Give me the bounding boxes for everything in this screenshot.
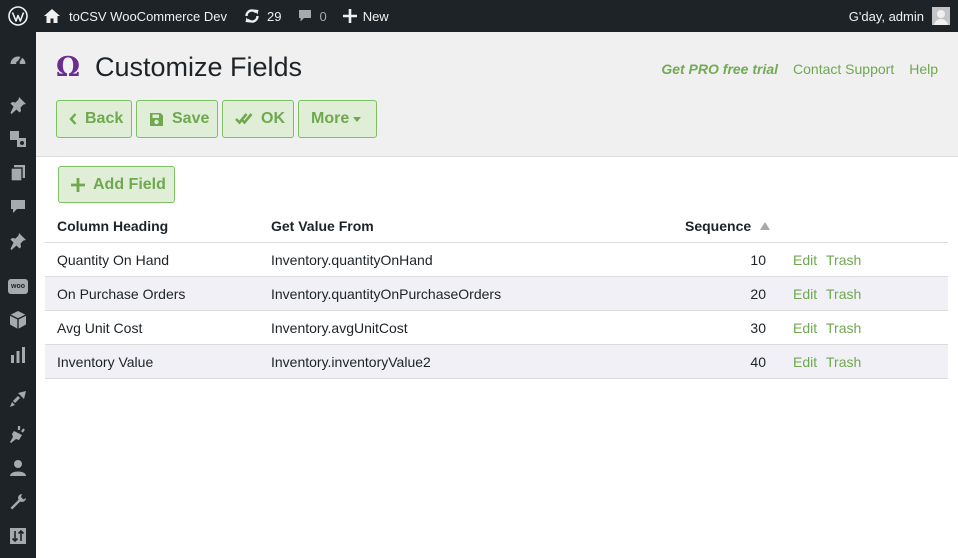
more-label: More bbox=[311, 110, 350, 127]
plugin-icon[interactable] bbox=[8, 424, 28, 444]
get-value-from-header[interactable]: Get Value From bbox=[271, 218, 374, 234]
cell-source: Inventory.quantityOnPurchaseOrders bbox=[271, 285, 502, 302]
back-label: Back bbox=[85, 110, 124, 127]
media-icon[interactable] bbox=[8, 129, 28, 149]
wordpress-logo-icon[interactable] bbox=[0, 0, 36, 32]
table-row: Inventory Value Inventory.inventoryValue… bbox=[45, 345, 948, 379]
box-icon[interactable] bbox=[8, 310, 28, 330]
wrench-icon[interactable] bbox=[8, 492, 28, 512]
pin-icon[interactable] bbox=[8, 231, 28, 251]
caret-down-icon bbox=[353, 117, 362, 122]
table-row: Avg Unit Cost Inventory.avgUnitCost 30 E… bbox=[45, 311, 948, 345]
comments-link[interactable]: 0 bbox=[289, 0, 334, 32]
edit-link[interactable]: Edit bbox=[793, 320, 817, 336]
cell-sequence: 30 bbox=[750, 319, 766, 336]
woo-icon[interactable]: woo bbox=[7, 276, 29, 296]
cell-sequence: 10 bbox=[750, 251, 766, 268]
plus-icon bbox=[342, 9, 357, 23]
double-check-icon bbox=[235, 112, 253, 126]
ok-label: OK bbox=[261, 110, 285, 127]
plus-icon bbox=[71, 177, 85, 192]
site-name-link[interactable]: toCSV WooCommerce Dev bbox=[36, 0, 235, 32]
contact-support-link[interactable]: Contact Support bbox=[793, 61, 894, 77]
site-name: toCSV WooCommerce Dev bbox=[69, 8, 227, 24]
floppy-disk-icon bbox=[149, 112, 164, 127]
help-link[interactable]: Help bbox=[909, 61, 938, 77]
toolbar: Back Save OK More bbox=[56, 100, 377, 138]
updates-count: 29 bbox=[266, 8, 282, 24]
sort-ascending-icon bbox=[760, 221, 771, 230]
get-pro-link[interactable]: Get PRO free trial bbox=[661, 61, 778, 77]
cell-source: Inventory.quantityOnHand bbox=[271, 251, 433, 268]
header-links: Get PRO free trial Contact Support Help bbox=[661, 61, 938, 77]
admin-bar: toCSV WooCommerce Dev 29 0 New G'day, ad… bbox=[0, 0, 958, 32]
edit-link[interactable]: Edit bbox=[793, 354, 817, 370]
edit-link[interactable]: Edit bbox=[793, 252, 817, 268]
chart-icon[interactable] bbox=[8, 345, 28, 365]
home-icon bbox=[43, 8, 61, 24]
comments-icon[interactable] bbox=[8, 197, 28, 217]
fields-table: Column Heading Get Value From Sequence Q… bbox=[45, 209, 948, 379]
cell-sequence: 40 bbox=[750, 353, 766, 370]
omega-logo-icon: Ω bbox=[56, 52, 81, 83]
page-title-text: Customize Fields bbox=[95, 52, 303, 82]
save-label: Save bbox=[172, 110, 210, 127]
trash-link[interactable]: Trash bbox=[826, 252, 861, 268]
cell-heading: Inventory Value bbox=[57, 353, 154, 370]
back-button[interactable]: Back bbox=[56, 100, 132, 138]
dashboard-icon[interactable] bbox=[8, 50, 28, 70]
add-field-label: Add Field bbox=[93, 175, 166, 193]
save-button[interactable]: Save bbox=[136, 100, 218, 138]
avatar bbox=[932, 7, 950, 25]
cell-source: Inventory.inventoryValue2 bbox=[271, 353, 431, 370]
comment-icon bbox=[297, 8, 313, 24]
trash-link[interactable]: Trash bbox=[826, 320, 861, 336]
main-content: Ω Customize Fields Get PRO free trial Co… bbox=[36, 32, 958, 558]
sort-icon[interactable] bbox=[8, 526, 28, 546]
chevron-left-icon bbox=[69, 113, 77, 125]
cell-heading: Quantity On Hand bbox=[57, 251, 170, 268]
ok-button[interactable]: OK bbox=[222, 100, 294, 138]
new-label: New bbox=[362, 8, 389, 24]
page-title: Ω Customize Fields bbox=[56, 52, 302, 83]
my-account-link[interactable]: G'day, admin bbox=[841, 0, 958, 32]
table-header: Column Heading Get Value From Sequence bbox=[45, 209, 948, 243]
cell-source: Inventory.avgUnitCost bbox=[271, 319, 408, 336]
new-content-link[interactable]: New bbox=[335, 0, 397, 32]
fields-panel: Add Field Column Heading Get Value From … bbox=[36, 156, 958, 558]
brush-icon[interactable] bbox=[8, 389, 28, 409]
edit-link[interactable]: Edit bbox=[793, 286, 817, 302]
woo-label: woo bbox=[8, 278, 28, 294]
page-header: Ω Customize Fields Get PRO free trial Co… bbox=[36, 32, 958, 156]
admin-menu: woo bbox=[0, 32, 36, 558]
table-row: Quantity On Hand Inventory.quantityOnHan… bbox=[45, 243, 948, 277]
greeting: G'day, admin bbox=[848, 8, 924, 24]
trash-link[interactable]: Trash bbox=[826, 286, 861, 302]
comments-count: 0 bbox=[319, 8, 327, 24]
cell-heading: On Purchase Orders bbox=[57, 285, 186, 302]
pin-icon[interactable] bbox=[8, 95, 28, 115]
table-row: On Purchase Orders Inventory.quantityOnP… bbox=[45, 277, 948, 311]
add-field-button[interactable]: Add Field bbox=[58, 166, 175, 203]
more-dropdown-button[interactable]: More bbox=[298, 100, 377, 138]
cell-sequence: 20 bbox=[750, 285, 766, 302]
updates-icon bbox=[243, 7, 261, 25]
trash-link[interactable]: Trash bbox=[826, 354, 861, 370]
user-icon[interactable] bbox=[8, 458, 28, 478]
sequence-header[interactable]: Sequence bbox=[685, 217, 771, 234]
updates-link[interactable]: 29 bbox=[235, 0, 289, 32]
cell-heading: Avg Unit Cost bbox=[57, 319, 143, 336]
column-heading-header[interactable]: Column Heading bbox=[57, 218, 168, 234]
sequence-header-label: Sequence bbox=[685, 217, 752, 234]
pages-icon[interactable] bbox=[8, 163, 28, 183]
